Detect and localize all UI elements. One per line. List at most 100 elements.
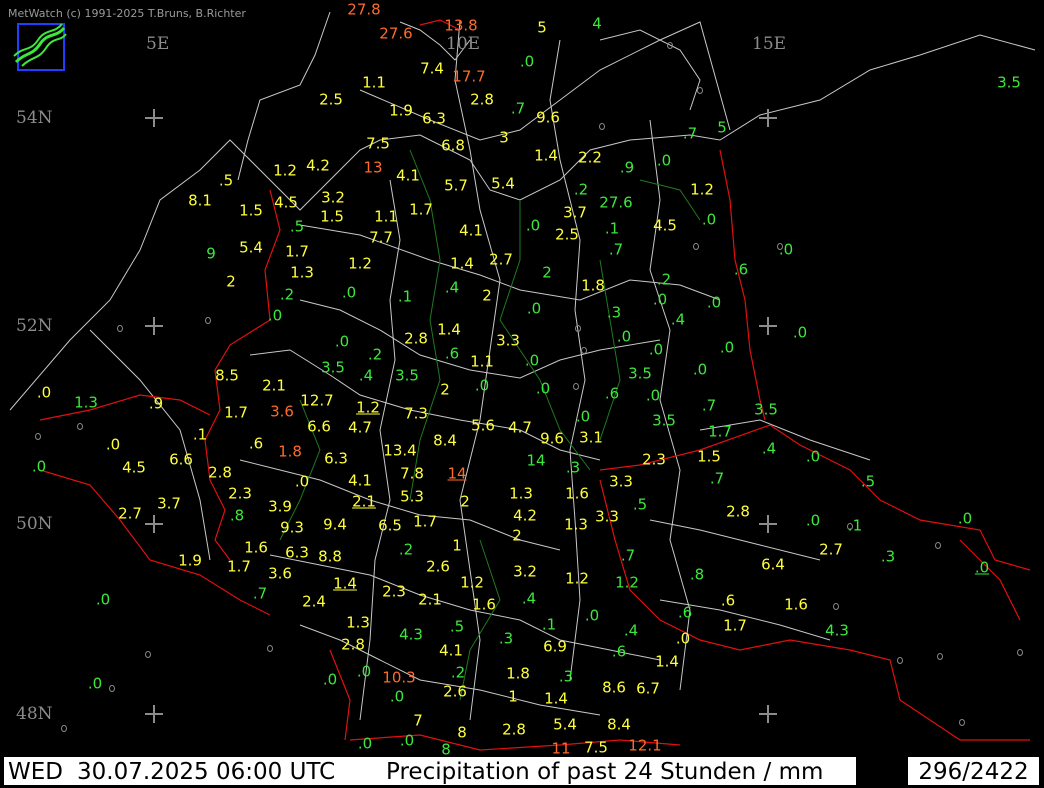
value-label: 3.5	[628, 364, 652, 383]
value-label: .7	[620, 546, 636, 565]
value-label-highlighted: 1.4	[333, 574, 357, 593]
value-label: 3.5	[997, 73, 1021, 92]
value-label: .9	[148, 394, 164, 413]
value-label: .0	[95, 590, 111, 609]
value-label: .0	[105, 435, 121, 454]
value-label: 4.3	[399, 625, 423, 644]
coastline	[9, 21, 1036, 411]
value-label: 2.1	[262, 376, 286, 395]
value-label: .0	[675, 629, 691, 648]
grid-cross-icon	[759, 705, 777, 723]
value-label: 1.6	[472, 595, 496, 614]
station-marker-icon	[205, 317, 211, 324]
value-label: 5.7	[444, 176, 468, 195]
value-label: 2.7	[489, 250, 513, 269]
status-footer: WED 30.07.2025 06:00 UTC Precipitation o…	[0, 757, 1044, 788]
value-label-highlighted: 2.1	[352, 492, 376, 511]
value-label: 4.3	[825, 621, 849, 640]
value-label: 1.6	[565, 484, 589, 503]
value-label: 27.8	[347, 0, 381, 19]
footer-caption: WED 30.07.2025 06:00 UTC Precipitation o…	[4, 757, 856, 785]
value-label: .0	[692, 360, 708, 379]
value-label: .2	[573, 180, 589, 199]
value-label: .0	[31, 457, 47, 476]
value-label: 1.8	[581, 276, 605, 295]
value-label: .0	[341, 283, 357, 302]
value-label-highlighted: 1.2	[356, 398, 380, 417]
value-label: 1.4	[534, 146, 558, 165]
value-label: 1.7	[285, 242, 309, 261]
value-label: .9	[619, 158, 635, 177]
grid-cross-icon	[759, 109, 777, 127]
value-label: 7.5	[584, 738, 608, 757]
value-label: .1	[397, 287, 413, 306]
value-label: 6.9	[543, 637, 567, 656]
value-label: .6	[611, 642, 627, 661]
value-label: .0	[575, 407, 591, 426]
value-label: 1.4	[655, 652, 679, 671]
value-label: 1.8	[278, 442, 302, 461]
value-label: 2.8	[726, 502, 750, 521]
value-label: 27.6	[599, 193, 633, 212]
copyright-label: MetWatch (c) 1991-2025 T.Bruns, B.Richte…	[8, 7, 246, 20]
value-label: 2.2	[578, 148, 602, 167]
value-label: 27.6	[379, 24, 413, 43]
value-label: .3	[880, 547, 896, 566]
parallel-label-48n: 48N	[16, 704, 53, 724]
value-label: 3.3	[609, 472, 633, 491]
value-label: 1.2	[273, 161, 297, 180]
value-label: .2	[367, 345, 383, 364]
value-label: .0	[36, 383, 52, 402]
value-label: 4.2	[306, 156, 330, 175]
value-label-highlighted: .0	[974, 558, 990, 577]
value-label: 1.7	[227, 557, 251, 576]
value-label: 3.2	[513, 562, 537, 581]
value-label: 1.3	[346, 613, 370, 632]
value-label: 17.7	[452, 67, 486, 86]
value-label: 5.4	[491, 174, 515, 193]
station-marker-icon	[693, 243, 699, 250]
station-marker-icon	[581, 347, 587, 354]
value-label: .6	[720, 591, 736, 610]
value-label: 3.3	[496, 331, 520, 350]
value-label: .7	[709, 469, 725, 488]
value-label: 1.9	[389, 101, 413, 120]
value-label: .0	[87, 674, 103, 693]
value-label: 1.8	[506, 664, 530, 683]
value-label: 7.3	[404, 404, 428, 423]
value-label: 1.4	[437, 320, 461, 339]
value-label: 2.8	[470, 90, 494, 109]
value-label: .4	[761, 439, 777, 458]
value-label: 1.7	[224, 403, 248, 422]
value-label: 10.3	[382, 668, 416, 687]
value-label: 9.6	[536, 108, 560, 127]
grid-cross-icon	[145, 109, 163, 127]
value-label: .6	[444, 344, 460, 363]
value-label: .0	[792, 323, 808, 342]
value-label: 2.8	[404, 329, 428, 348]
value-label: .0	[645, 386, 661, 405]
value-label: 5.4	[239, 238, 263, 257]
station-marker-icon	[267, 645, 273, 652]
value-label: 8.4	[433, 431, 457, 450]
value-label: 1.2	[565, 569, 589, 588]
value-label: 2	[482, 286, 492, 305]
station-marker-icon	[959, 719, 965, 726]
value-label: 1.2	[615, 573, 639, 592]
value-label: .0	[584, 606, 600, 625]
value-label: .2	[656, 270, 672, 289]
meridian-label-10e: 10E	[446, 34, 481, 54]
value-label: 2.5	[319, 90, 343, 109]
value-label: 4.7	[508, 418, 532, 437]
value-label: .7	[682, 124, 698, 143]
value-label: .4	[521, 589, 537, 608]
station-marker-icon	[61, 725, 67, 732]
value-label: 8.6	[602, 678, 626, 697]
value-label: 5	[537, 18, 547, 37]
value-label: 3.5	[754, 400, 778, 419]
value-label: 5.4	[553, 715, 577, 734]
value-label: 2.8	[502, 720, 526, 739]
value-label-highlighted: 14	[447, 464, 467, 483]
value-label: 3.1	[579, 428, 603, 447]
value-label: 13.4	[383, 441, 417, 460]
